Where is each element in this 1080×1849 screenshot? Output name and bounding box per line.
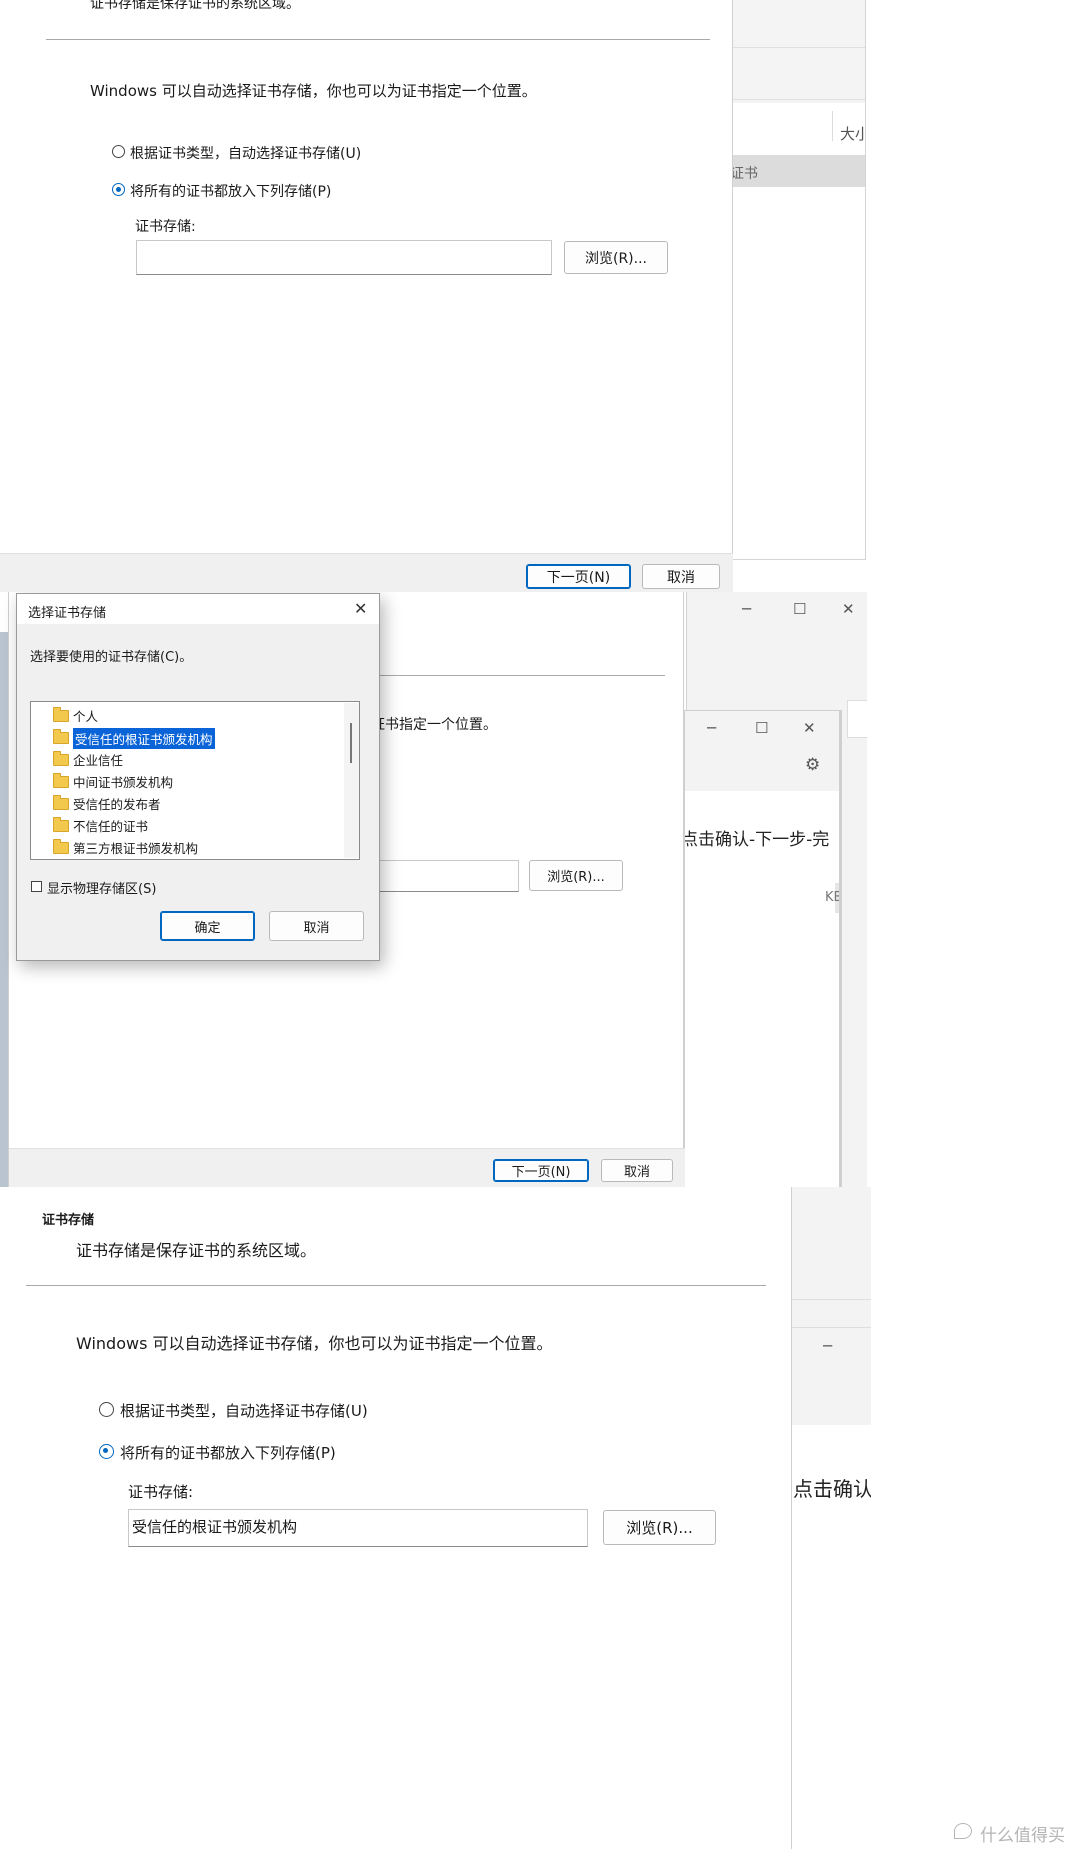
bottom-store-field-value: 受信任的根证书颁发机构 — [132, 1518, 298, 1536]
bottom-header-title: 证书存储 — [42, 1213, 95, 1228]
radio-manual-store[interactable] — [112, 183, 125, 196]
background-explorer-window: 大小 证书 — [720, 0, 866, 560]
bg-front-settings-icon[interactable]: ⚙ — [805, 755, 820, 775]
intro-text: Windows 可以自动选择证书存储，你也可以为证书指定一个位置。 — [90, 82, 537, 100]
store-tree[interactable]: 个人受信任的根证书颁发机构企业信任中间证书颁发机构 受信任的发布者 不信任的证书第三… — [30, 701, 360, 860]
tree-item-label: 受信任的发布者 — [73, 797, 161, 812]
header-description: 证书存储是保存证书的系统区域。 — [90, 0, 300, 12]
cancel-button[interactable]: 取消 — [642, 564, 720, 589]
middle-header-divider — [379, 675, 665, 676]
bg-front-close-icon[interactable]: ✕ — [803, 719, 816, 737]
header-divider — [46, 39, 710, 40]
show-physical-checkbox[interactable] — [31, 881, 42, 892]
show-physical-label: 显示物理存储区(S) — [47, 882, 157, 897]
bg-row-text: 证书 — [730, 166, 758, 182]
bg-front-minimize-icon[interactable]: ─ — [707, 719, 716, 737]
folder-icon — [53, 773, 69, 788]
dialog-close-icon[interactable]: ✕ — [354, 599, 367, 618]
bg-front-instruction: 点击确认-下一步-完 — [684, 830, 830, 850]
bottom-bg-minimize-icon[interactable]: ─ — [823, 1337, 832, 1355]
bottom-panel: ─ 点击确认 证书存储 证书存储是保存证书的系统区域。 Windows 可以自动… — [0, 1187, 1080, 1849]
bottom-radio-auto-store[interactable] — [99, 1402, 114, 1417]
tree-item-label: 不信任的证书 — [73, 819, 149, 834]
bottom-intro-text: Windows 可以自动选择证书存储，你也可以为证书指定一个位置。 — [76, 1334, 553, 1353]
bg-front-right-edge — [839, 711, 841, 1187]
top-wizard-window: 证书存储是保存证书的系统区域。 Windows 可以自动选择证书存储，你也可以为… — [0, 0, 733, 592]
radio-auto-store[interactable] — [112, 145, 125, 158]
bg-back-close-icon[interactable]: ✕ — [842, 600, 855, 618]
top-panel: 大小 证书 证书存储是保存证书的系统区域。 Windows 可以自动选择证书存储… — [0, 0, 1080, 592]
middle-cancel-button[interactable]: 取消 — [601, 1159, 673, 1182]
bg-back-maximize-icon[interactable]: ☐ — [793, 600, 806, 618]
middle-intro-partial: 证书指定一个位置。 — [371, 717, 497, 733]
folder-icon — [53, 751, 69, 766]
tree-item-label: 企业信任 — [73, 753, 124, 768]
watermark-text: 什么值得买 — [980, 1826, 1065, 1846]
bottom-bg-strip-2 — [791, 1327, 871, 1328]
dialog-prompt: 选择要使用的证书存储(C)。 — [30, 650, 193, 665]
tree-item-label: 第三方根证书颁发机构 — [73, 841, 199, 856]
bg-back-minimize-icon[interactable]: ─ — [742, 600, 751, 618]
desktop-edge — [0, 632, 8, 1187]
bg-toolbar-strip — [720, 47, 865, 48]
bottom-radio-manual-label: 将所有的证书都放入下列存储(P) — [120, 1444, 336, 1462]
radio-auto-label: 根据证书类型，自动选择证书存储(U) — [130, 146, 362, 162]
bg-column-size[interactable]: 大小 — [840, 123, 865, 144]
tree-item-label: 中间证书颁发机构 — [73, 775, 174, 790]
radio-manual-label: 将所有的证书都放入下列存储(P) — [130, 184, 332, 200]
bottom-bg-window: ─ 点击确认 — [790, 1187, 871, 1849]
dialog-cancel-button[interactable]: 取消 — [269, 911, 364, 941]
folder-icon — [53, 817, 69, 832]
bg-back-field — [847, 700, 867, 738]
store-field[interactable] — [136, 240, 552, 275]
middle-store-field[interactable] — [369, 860, 519, 892]
bottom-bg-instruction: 点击确认 — [793, 1477, 871, 1501]
bottom-browse-button[interactable]: 浏览(R)... — [603, 1510, 716, 1545]
bg-toolbar-strip-2 — [720, 99, 865, 100]
bottom-wizard-window: 证书存储 证书存储是保存证书的系统区域。 Windows 可以自动选择证书存储，… — [0, 1187, 792, 1849]
tree-item-label: 受信任的根证书颁发机构 — [73, 728, 215, 749]
tree-item-label: 个人 — [73, 709, 99, 724]
tree-scrollbar-thumb[interactable] — [350, 723, 352, 763]
watermark-logo-icon — [954, 1823, 972, 1839]
bottom-store-label: 证书存储: — [128, 1483, 194, 1501]
bottom-header-description: 证书存储是保存证书的系统区域。 — [76, 1241, 317, 1260]
middle-next-button[interactable]: 下一页(N) — [493, 1159, 589, 1182]
folder-icon — [53, 729, 69, 744]
bottom-radio-auto-label: 根据证书类型，自动选择证书存储(U) — [120, 1402, 368, 1420]
folder-icon — [53, 839, 69, 854]
bg-column-divider — [832, 111, 833, 141]
bg-window-front: ─ ☐ ✕ ⚙ 点击确认-下一步-完 KB — [684, 710, 842, 1187]
dialog-title: 选择证书存储 — [28, 606, 107, 621]
folder-icon — [53, 707, 69, 722]
bg-front-maximize-icon[interactable]: ☐ — [755, 719, 768, 737]
middle-panel: ─ ☐ ✕ ─ ☐ ✕ ⚙ 点击确认-下一步-完 KB 证书指定一个位置。 浏览… — [0, 592, 1080, 1187]
select-store-dialog: 选择证书存储 ✕ 选择要使用的证书存储(C)。 个人受信任的根证书颁发机构企业信… — [16, 593, 380, 961]
browse-button[interactable]: 浏览(R)... — [564, 241, 668, 274]
next-button[interactable]: 下一页(N) — [526, 564, 631, 589]
tree-scrollbar[interactable] — [344, 703, 359, 858]
middle-browse-button[interactable]: 浏览(R)... — [529, 860, 623, 891]
dialog-ok-button[interactable]: 确定 — [160, 911, 255, 941]
bottom-bg-strip — [791, 1299, 871, 1300]
bottom-store-field[interactable]: 受信任的根证书颁发机构 — [128, 1509, 588, 1547]
store-label: 证书存储: — [135, 219, 196, 235]
folder-icon — [53, 795, 69, 810]
bottom-radio-manual-store[interactable] — [99, 1444, 114, 1459]
bottom-header-divider — [26, 1285, 766, 1286]
